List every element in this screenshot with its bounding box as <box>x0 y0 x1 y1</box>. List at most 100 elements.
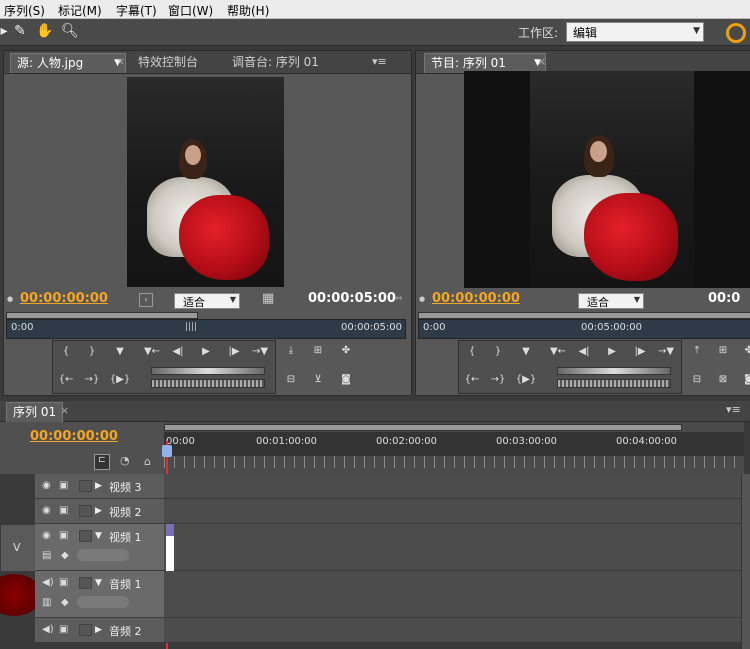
step-forward-icon[interactable]: |▶ <box>223 343 245 361</box>
target-video-track[interactable]: V <box>0 524 36 572</box>
set-marker-icon[interactable]: ▼ <box>109 343 131 361</box>
pen-icon[interactable]: ✎ <box>12 23 28 39</box>
select-arrow-icon[interactable]: ▸ <box>0 23 12 39</box>
goto-out-icon[interactable]: →▼ <box>655 343 677 361</box>
trim-monitor-icon[interactable]: ⊟ <box>686 371 708 389</box>
waveform-icon[interactable]: ▥ <box>42 597 51 608</box>
source-time-ruler[interactable]: 0:00 00:00:05:00 |||| <box>6 319 406 339</box>
keyframe-navigator[interactable] <box>77 549 129 561</box>
tab-audio-mixer[interactable]: 调音台: 序列 01 <box>226 53 325 72</box>
step-back-icon[interactable]: ◀| <box>167 343 189 361</box>
lift-icon[interactable]: ⊻ <box>307 371 329 389</box>
camera-icon[interactable]: ◙ <box>335 371 357 389</box>
hand-icon[interactable]: ✋ <box>36 23 53 39</box>
shuttle-slider[interactable] <box>151 367 265 375</box>
sync-lock-icon[interactable]: ▣ <box>59 480 68 491</box>
source-timecode[interactable]: 00:00:00:00 <box>20 291 108 306</box>
shuttle-slider[interactable] <box>557 367 671 375</box>
track-area-video2[interactable] <box>164 499 742 524</box>
lock-icon[interactable] <box>79 624 92 636</box>
overlay-icon[interactable]: ⊞ <box>307 342 329 360</box>
collapse-triangle-icon[interactable]: ▼ <box>95 531 102 541</box>
display-style-icon[interactable]: ▤ <box>42 550 51 561</box>
keyframe-icon[interactable]: ◆ <box>61 550 69 561</box>
step-forward-icon[interactable]: |▶ <box>629 343 651 361</box>
goto-out-point-icon[interactable]: →} <box>487 371 509 389</box>
expand-icon[interactable]: ⇔ <box>395 294 403 304</box>
film-icon[interactable]: ▦ <box>262 291 274 306</box>
tab-sequence[interactable]: 序列 01 <box>6 402 64 422</box>
tab-source[interactable]: 源: 人物.jpg ▼ <box>10 53 126 73</box>
speaker-icon[interactable]: ◀) <box>42 577 54 588</box>
zoom-icon[interactable]: 🔍︎ <box>61 23 79 39</box>
program-fit-select[interactable]: 适合 ▼ <box>578 293 644 309</box>
jog-wheel[interactable] <box>557 379 671 388</box>
snap-icon[interactable]: ⊏ <box>94 454 110 470</box>
jog-wheel[interactable] <box>151 379 265 388</box>
panel-menu-icon[interactable]: ▾≡ <box>372 55 387 68</box>
step-back-icon[interactable]: ◀| <box>573 343 595 361</box>
source-zoom-bar[interactable] <box>6 312 198 319</box>
lock-icon[interactable] <box>79 577 92 589</box>
eye-icon[interactable]: ◉ <box>42 530 51 541</box>
play-icon[interactable]: ▶ <box>601 343 623 361</box>
lock-icon[interactable] <box>79 480 92 492</box>
safe-margin-icon[interactable]: ‹ <box>139 293 153 307</box>
panel-menu-icon[interactable]: ▾≡ <box>726 403 741 416</box>
timeline-scrollbar[interactable] <box>741 474 750 649</box>
timeline-ruler[interactable]: 00:00 00:01:00:00 00:02:00:00 00:03:00:0… <box>164 422 744 474</box>
insert-icon[interactable]: ⤓ <box>280 342 302 360</box>
lift-icon[interactable]: ⤒ <box>686 342 708 360</box>
trim-icon[interactable]: ⊟ <box>280 371 302 389</box>
sync-lock-icon[interactable]: ▣ <box>59 577 68 588</box>
speaker-icon[interactable]: ◀) <box>42 624 54 635</box>
add-marker-icon[interactable]: ⌂ <box>144 455 151 468</box>
mark-out-icon[interactable]: } <box>81 343 103 361</box>
mark-in-icon[interactable]: { <box>55 343 77 361</box>
collapse-triangle-icon[interactable]: ▼ <box>95 578 102 588</box>
menu-sequence[interactable]: 序列(S) <box>4 2 45 19</box>
timeline-timecode[interactable]: 00:00:00:00 <box>30 429 118 444</box>
extract-icon[interactable]: ⊞ <box>712 342 734 360</box>
lock-icon[interactable] <box>79 530 92 542</box>
sync-lock-icon[interactable]: ▣ <box>59 624 68 635</box>
playhead-handle[interactable] <box>162 445 172 457</box>
sync-lock-icon[interactable]: ▣ <box>59 530 68 541</box>
sync-icon[interactable] <box>726 23 746 43</box>
timeline-zoom-bar[interactable] <box>164 424 682 431</box>
program-time-ruler[interactable]: 0:00 00:05:00:00 <box>418 319 750 339</box>
multi-camera-icon[interactable]: ⊠ <box>712 371 734 389</box>
workspace-select[interactable]: 编辑 ▼ <box>566 22 704 42</box>
close-icon[interactable]: × <box>60 404 69 417</box>
close-icon[interactable]: × <box>537 55 546 68</box>
output-icon[interactable]: ✤ <box>335 342 357 360</box>
eye-icon[interactable]: ◉ <box>42 480 51 491</box>
tab-effect-controls[interactable]: 特效控制台 <box>132 53 204 72</box>
menu-marker[interactable]: 标记(M) <box>58 2 102 19</box>
goto-in-point-icon[interactable]: {← <box>55 371 77 389</box>
marker-icon[interactable]: ◔ <box>120 454 130 467</box>
track-area-video1[interactable] <box>164 524 742 580</box>
menu-title[interactable]: 字幕(T) <box>116 2 157 19</box>
goto-out-icon[interactable]: →▼ <box>249 343 271 361</box>
tab-program[interactable]: 节目: 序列 01 ▼ <box>424 53 546 73</box>
output-icon[interactable]: ✤ <box>738 342 750 360</box>
expand-triangle-icon[interactable]: ▶ <box>95 625 102 635</box>
export-frame-icon[interactable]: ◙ <box>738 371 750 389</box>
play-in-to-out-icon[interactable]: {▶} <box>109 371 131 389</box>
keyframe-icon[interactable]: ◆ <box>61 597 69 608</box>
expand-triangle-icon[interactable]: ▶ <box>95 506 102 516</box>
goto-in-icon[interactable]: ▼← <box>547 343 569 361</box>
menu-window[interactable]: 窗口(W) <box>168 2 213 19</box>
set-marker-icon[interactable]: ▼ <box>515 343 537 361</box>
goto-in-point-icon[interactable]: {← <box>461 371 483 389</box>
expand-triangle-icon[interactable]: ▶ <box>95 481 102 491</box>
play-icon[interactable]: ▶ <box>195 343 217 361</box>
play-in-to-out-icon[interactable]: {▶} <box>515 371 537 389</box>
track-area-audio1[interactable] <box>164 571 742 618</box>
sync-lock-icon[interactable]: ▣ <box>59 505 68 516</box>
track-area-audio2[interactable] <box>164 618 742 643</box>
mark-out-icon[interactable]: } <box>487 343 509 361</box>
program-timecode[interactable]: 00:00:00:00 <box>432 291 520 306</box>
close-icon[interactable]: × <box>116 55 125 68</box>
